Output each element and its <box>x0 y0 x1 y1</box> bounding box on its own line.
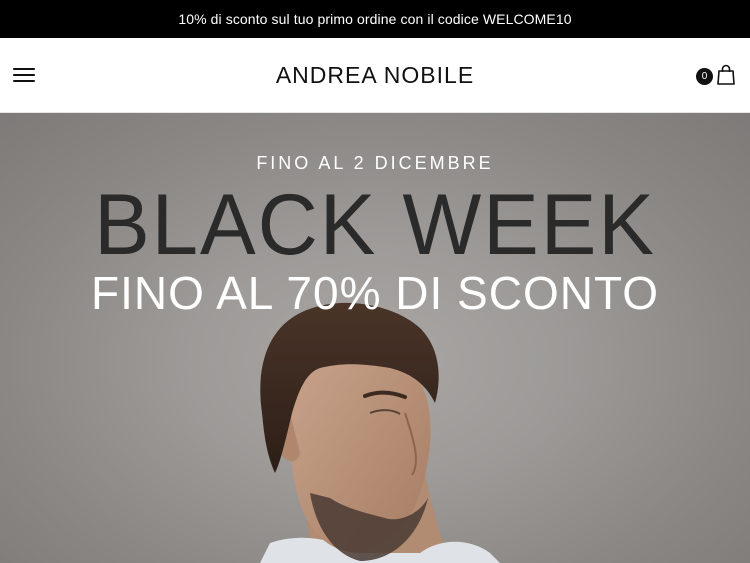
hamburger-menu-icon[interactable] <box>13 66 35 84</box>
hero-subtitle: FINO AL 70% DI SCONTO <box>90 267 660 319</box>
hero-eyebrow-text: FINO AL 2 DICEMBRE <box>256 153 494 173</box>
announcement-bar: 10% di sconto sul tuo primo ordine con i… <box>0 0 750 38</box>
hero-title: BLACK WEEK <box>94 177 656 273</box>
site-header: ANDREA NOBILE 0 <box>0 38 750 113</box>
site-logo[interactable]: ANDREA NOBILE <box>276 62 474 89</box>
cart-count-badge: 0 <box>696 68 713 85</box>
announcement-text: 10% di sconto sul tuo primo ordine con i… <box>178 11 572 27</box>
hero-banner[interactable]: FINO AL 2 DICEMBRE BLACK WEEK FINO AL 70… <box>0 113 750 563</box>
cart-button[interactable]: 0 <box>696 62 736 90</box>
shopping-bag-icon <box>717 64 735 85</box>
